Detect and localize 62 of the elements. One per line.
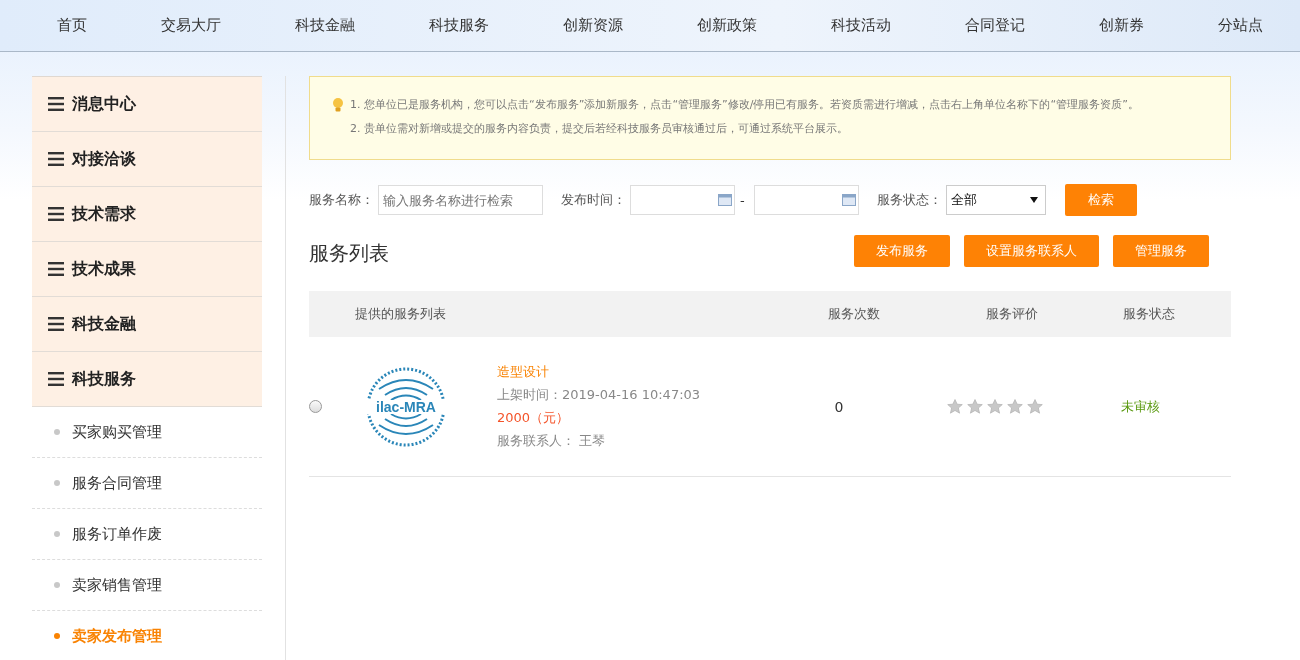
menu-icon <box>48 207 64 221</box>
date-separator: - <box>740 192 745 208</box>
menu-icon <box>48 262 64 276</box>
sidebar-item[interactable]: 服务合同管理 <box>32 458 262 509</box>
sidebar-group[interactable]: 科技金融 <box>32 297 262 352</box>
notice-text: 1. 您单位已是服务机构，您可以点击“发布服务”添加新服务，点击“管理服务”修改/停用已有服务。若资质需进行增减，点击右上角单位名称下的“管理服务资质”。 <box>350 97 1139 113</box>
star-icon <box>987 399 1003 414</box>
nav-link[interactable]: 创新资源 <box>544 16 642 35</box>
section-title: 服务列表 <box>309 240 389 267</box>
sidebar-group[interactable]: 消息中心 <box>32 77 262 132</box>
column-header: 服务状态 <box>1122 305 1176 323</box>
column-header: 服务评价 <box>985 305 1039 323</box>
date-field[interactable] <box>753 185 859 215</box>
column-header: 服务次数 <box>827 305 881 323</box>
star-icon <box>947 399 963 414</box>
nav-link[interactable]: 科技活动 <box>812 16 910 35</box>
sidebar-group[interactable]: 技术需求 <box>32 187 262 242</box>
menu-icon <box>48 97 64 111</box>
menu-icon <box>48 152 64 166</box>
sidebar-group-label: 技术成果 <box>72 258 136 280</box>
nav-link[interactable]: 分站点 <box>1199 16 1282 35</box>
nav-link[interactable]: 创新券 <box>1080 16 1163 35</box>
menu-icon <box>48 372 64 386</box>
dropdown-caret-icon <box>1029 197 1038 203</box>
nav-link[interactable]: 交易大厅 <box>142 16 240 35</box>
sidebar-group-label: 对接洽谈 <box>72 148 136 170</box>
sidebar-group-label: 技术需求 <box>72 203 136 225</box>
service-count: 0 <box>833 398 845 415</box>
review-status: 未审核 <box>1119 397 1161 416</box>
sidebar-group[interactable]: 科技服务 <box>32 352 262 407</box>
sidebar-item[interactable]: 服务订单作废 <box>32 509 262 560</box>
lightbulb-icon <box>332 97 344 113</box>
column-header: 提供的服务列表 <box>355 305 447 323</box>
filter-label: 服务名称： <box>309 191 374 209</box>
price: 2000（元） <box>497 409 571 427</box>
sidebar-group[interactable]: 技术成果 <box>32 242 262 297</box>
star-icon <box>967 399 983 414</box>
sidebar-group-label: 科技金融 <box>72 313 136 335</box>
calendar-icon <box>718 194 732 206</box>
filter-label: 服务状态： <box>876 191 942 209</box>
nav-link[interactable]: 首页 <box>38 16 106 35</box>
star-icon <box>1027 399 1043 414</box>
sidebar-item[interactable]: 卖家销售管理 <box>32 560 262 611</box>
sidebar-group-label: 科技服务 <box>72 368 136 390</box>
listed-time: 上架时间：2019-04-16 10:47:03 <box>497 386 702 404</box>
service-name-field[interactable]: 输入服务名称进行检索 <box>378 185 543 215</box>
sidebar-group[interactable]: 对接洽谈 <box>32 132 262 187</box>
nav-link[interactable]: 合同登记 <box>946 16 1044 35</box>
notice-text: 2. 贵单位需对新增或提交的服务内容负责，提交后若经科技服务员审核通过后，可通过系统平台展示。 <box>350 121 849 137</box>
filter-label: 发布时间： <box>561 191 626 209</box>
contact-person: 服务联系人： 王琴 <box>497 432 607 450</box>
status-dropdown[interactable]: 全部 <box>945 185 1046 215</box>
sidebar-group-label: 消息中心 <box>72 93 136 115</box>
nav-link[interactable]: 科技金融 <box>276 16 374 35</box>
menu-icon <box>48 317 64 331</box>
sidebar-item[interactable]: 买家购买管理 <box>32 407 262 458</box>
nav-link[interactable]: 创新政策 <box>678 16 776 35</box>
star-icon <box>1007 399 1023 414</box>
date-field[interactable] <box>630 185 735 215</box>
row-radio[interactable] <box>309 400 322 413</box>
calendar-icon <box>841 194 856 206</box>
nav-link[interactable]: 科技服务 <box>410 16 508 35</box>
